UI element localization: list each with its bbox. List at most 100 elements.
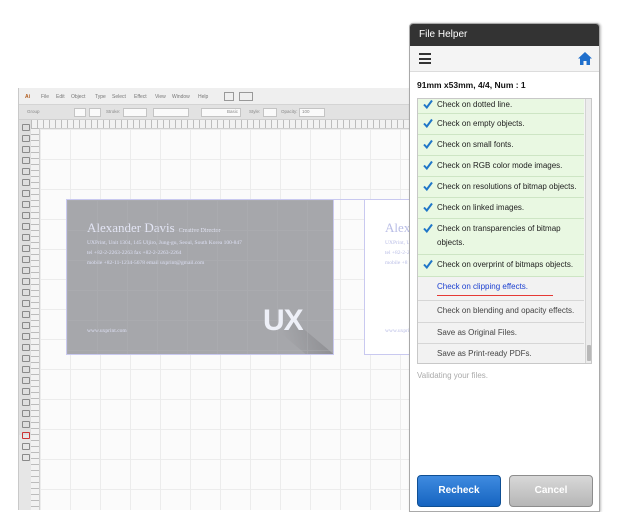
free-transform-tool-icon[interactable] <box>22 289 30 296</box>
slice-tool-icon[interactable] <box>22 399 30 406</box>
check-list-scrollbar[interactable] <box>585 99 591 363</box>
brush-basic-label: Basic <box>227 109 239 114</box>
rotate-tool-icon[interactable] <box>22 256 30 263</box>
illustrator-menubar: Ai File Edit Object Type Select Effect V… <box>19 88 411 105</box>
fill-stroke-icon[interactable] <box>22 432 30 439</box>
checkmark-icon <box>423 202 433 212</box>
arrange-documents-icon[interactable] <box>239 92 253 101</box>
business-card-front[interactable]: Alexander Davis Creative Director UXPrint… <box>66 199 334 355</box>
hamburger-menu-icon[interactable] <box>419 53 431 64</box>
artboard-tool-icon[interactable] <box>22 388 30 395</box>
mesh-tool-icon[interactable] <box>22 322 30 329</box>
card-website: www.uxprint.com <box>87 328 127 334</box>
check-item-label: Check on linked images. <box>437 203 525 212</box>
menu-object[interactable]: Object <box>71 94 85 100</box>
menu-type[interactable]: Type <box>95 94 106 100</box>
check-item-label: Check on RGB color mode images. <box>437 161 563 170</box>
file-helper-panel: File Helper 91mm x53mm, 4/4, Num : 1 Che… <box>409 23 600 512</box>
checkmark-icon <box>423 118 433 128</box>
pen-tool-icon[interactable] <box>22 168 30 175</box>
checkmark-icon <box>423 160 433 170</box>
ai-logo: Ai <box>25 94 30 100</box>
opacity-label: Opacity: <box>281 109 298 114</box>
checkmark-icon <box>423 259 433 269</box>
bridge-icon[interactable] <box>224 92 234 101</box>
check-item-pending: Check on blending and opacity effects. <box>418 301 584 323</box>
home-icon[interactable] <box>578 52 592 65</box>
scrollbar-thumb[interactable] <box>587 345 591 361</box>
style-swatch[interactable] <box>263 108 277 117</box>
stroke-swatch[interactable] <box>89 108 101 117</box>
scale-tool-icon[interactable] <box>22 267 30 274</box>
pencil-tool-icon[interactable] <box>22 223 30 230</box>
variable-width-field[interactable] <box>153 108 189 117</box>
type-tool-icon[interactable] <box>22 179 30 186</box>
eyedropper-tool-icon[interactable] <box>22 344 30 351</box>
progress-underline <box>437 295 553 296</box>
stroke-weight-field[interactable] <box>123 108 147 117</box>
check-item-label: Check on transparencies of bitmap object… <box>437 224 561 247</box>
menu-select[interactable]: Select <box>112 94 126 100</box>
cancel-button[interactable]: Cancel <box>509 475 593 507</box>
checkmark-icon <box>423 223 433 233</box>
check-item-done: Check on linked images. <box>418 198 584 219</box>
control-bar: Group Stroke: Basic Style: Opacity: 100 <box>19 105 411 120</box>
menu-window[interactable]: Window <box>172 94 190 100</box>
shape-builder-tool-icon[interactable] <box>22 300 30 307</box>
check-item-label: Check on empty objects. <box>437 119 525 128</box>
lasso-tool-icon[interactable] <box>22 157 30 164</box>
card-name-text: Alexander Davis <box>87 220 175 235</box>
current-check-label: Check on clipping effects. <box>437 282 529 291</box>
stroke-label: Stroke: <box>106 109 121 114</box>
perspective-grid-tool-icon[interactable] <box>22 311 30 318</box>
illustrator-window: Ai File Edit Object Type Select Effect V… <box>18 88 426 510</box>
menu-help[interactable]: Help <box>198 94 208 100</box>
menu-file[interactable]: File <box>41 94 49 100</box>
symbol-sprayer-tool-icon[interactable] <box>22 366 30 373</box>
card-phone: tel +82-2-2263-2263 fax +82-2-2263-2264 <box>87 250 182 256</box>
screen-mode-icon[interactable] <box>22 454 30 461</box>
paintbrush-tool-icon[interactable] <box>22 212 30 219</box>
check-list[interactable]: Check on dotted line. Check on empty obj… <box>417 98 592 364</box>
blend-tool-icon[interactable] <box>22 355 30 362</box>
selection-type-label: Group <box>27 109 40 114</box>
blob-brush-tool-icon[interactable] <box>22 234 30 241</box>
check-item-done: Check on dotted line. <box>418 99 584 114</box>
menu-effect[interactable]: Effect <box>134 94 147 100</box>
artboard-canvas[interactable]: Alexander Davis Creative Director UXPrint… <box>40 129 426 510</box>
column-graph-tool-icon[interactable] <box>22 377 30 384</box>
line-tool-icon[interactable] <box>22 190 30 197</box>
pending-check-label: Save as Print-ready PDFs. <box>437 349 532 358</box>
rectangle-tool-icon[interactable] <box>22 201 30 208</box>
check-item-current: Check on clipping effects. <box>418 277 584 301</box>
checkmark-icon <box>423 99 433 109</box>
card-mobile-email: mobile +82-11-1234-5678 email uxprint@gm… <box>87 260 205 266</box>
zoom-tool-icon[interactable] <box>22 421 30 428</box>
check-item-label: Check on resolutions of bitmap objects. <box>437 182 577 191</box>
width-tool-icon[interactable] <box>22 278 30 285</box>
fill-swatch[interactable] <box>74 108 86 117</box>
check-item-label: Check on dotted line. <box>437 100 513 109</box>
recheck-button[interactable]: Recheck <box>417 475 501 507</box>
check-item-done: Check on resolutions of bitmap objects. <box>418 177 584 198</box>
horizontal-ruler <box>31 120 411 129</box>
drawing-mode-icon[interactable] <box>22 443 30 450</box>
selection-tool-icon[interactable] <box>22 124 30 131</box>
card-name: Alexander Davis Creative Director <box>87 220 221 236</box>
checkmark-icon <box>423 139 433 149</box>
card-role: Creative Director <box>178 228 221 234</box>
check-item-done: Check on small fonts. <box>418 135 584 156</box>
gradient-tool-icon[interactable] <box>22 333 30 340</box>
eraser-tool-icon[interactable] <box>22 245 30 252</box>
check-item-done: Check on transparencies of bitmap object… <box>418 219 584 255</box>
direct-selection-tool-icon[interactable] <box>22 135 30 142</box>
style-label: Style: <box>249 109 261 114</box>
opacity-value: 100 <box>302 109 310 114</box>
menu-edit[interactable]: Edit <box>56 94 65 100</box>
magic-wand-tool-icon[interactable] <box>22 146 30 153</box>
panel-nav-bar <box>410 46 599 72</box>
hand-tool-icon[interactable] <box>22 410 30 417</box>
card-address: UXPrint, Unit 1304, 145 Uljiro, Jung-gu,… <box>87 240 242 246</box>
menu-view[interactable]: View <box>155 94 166 100</box>
pending-check-label: Check on blending and opacity effects. <box>437 306 575 315</box>
